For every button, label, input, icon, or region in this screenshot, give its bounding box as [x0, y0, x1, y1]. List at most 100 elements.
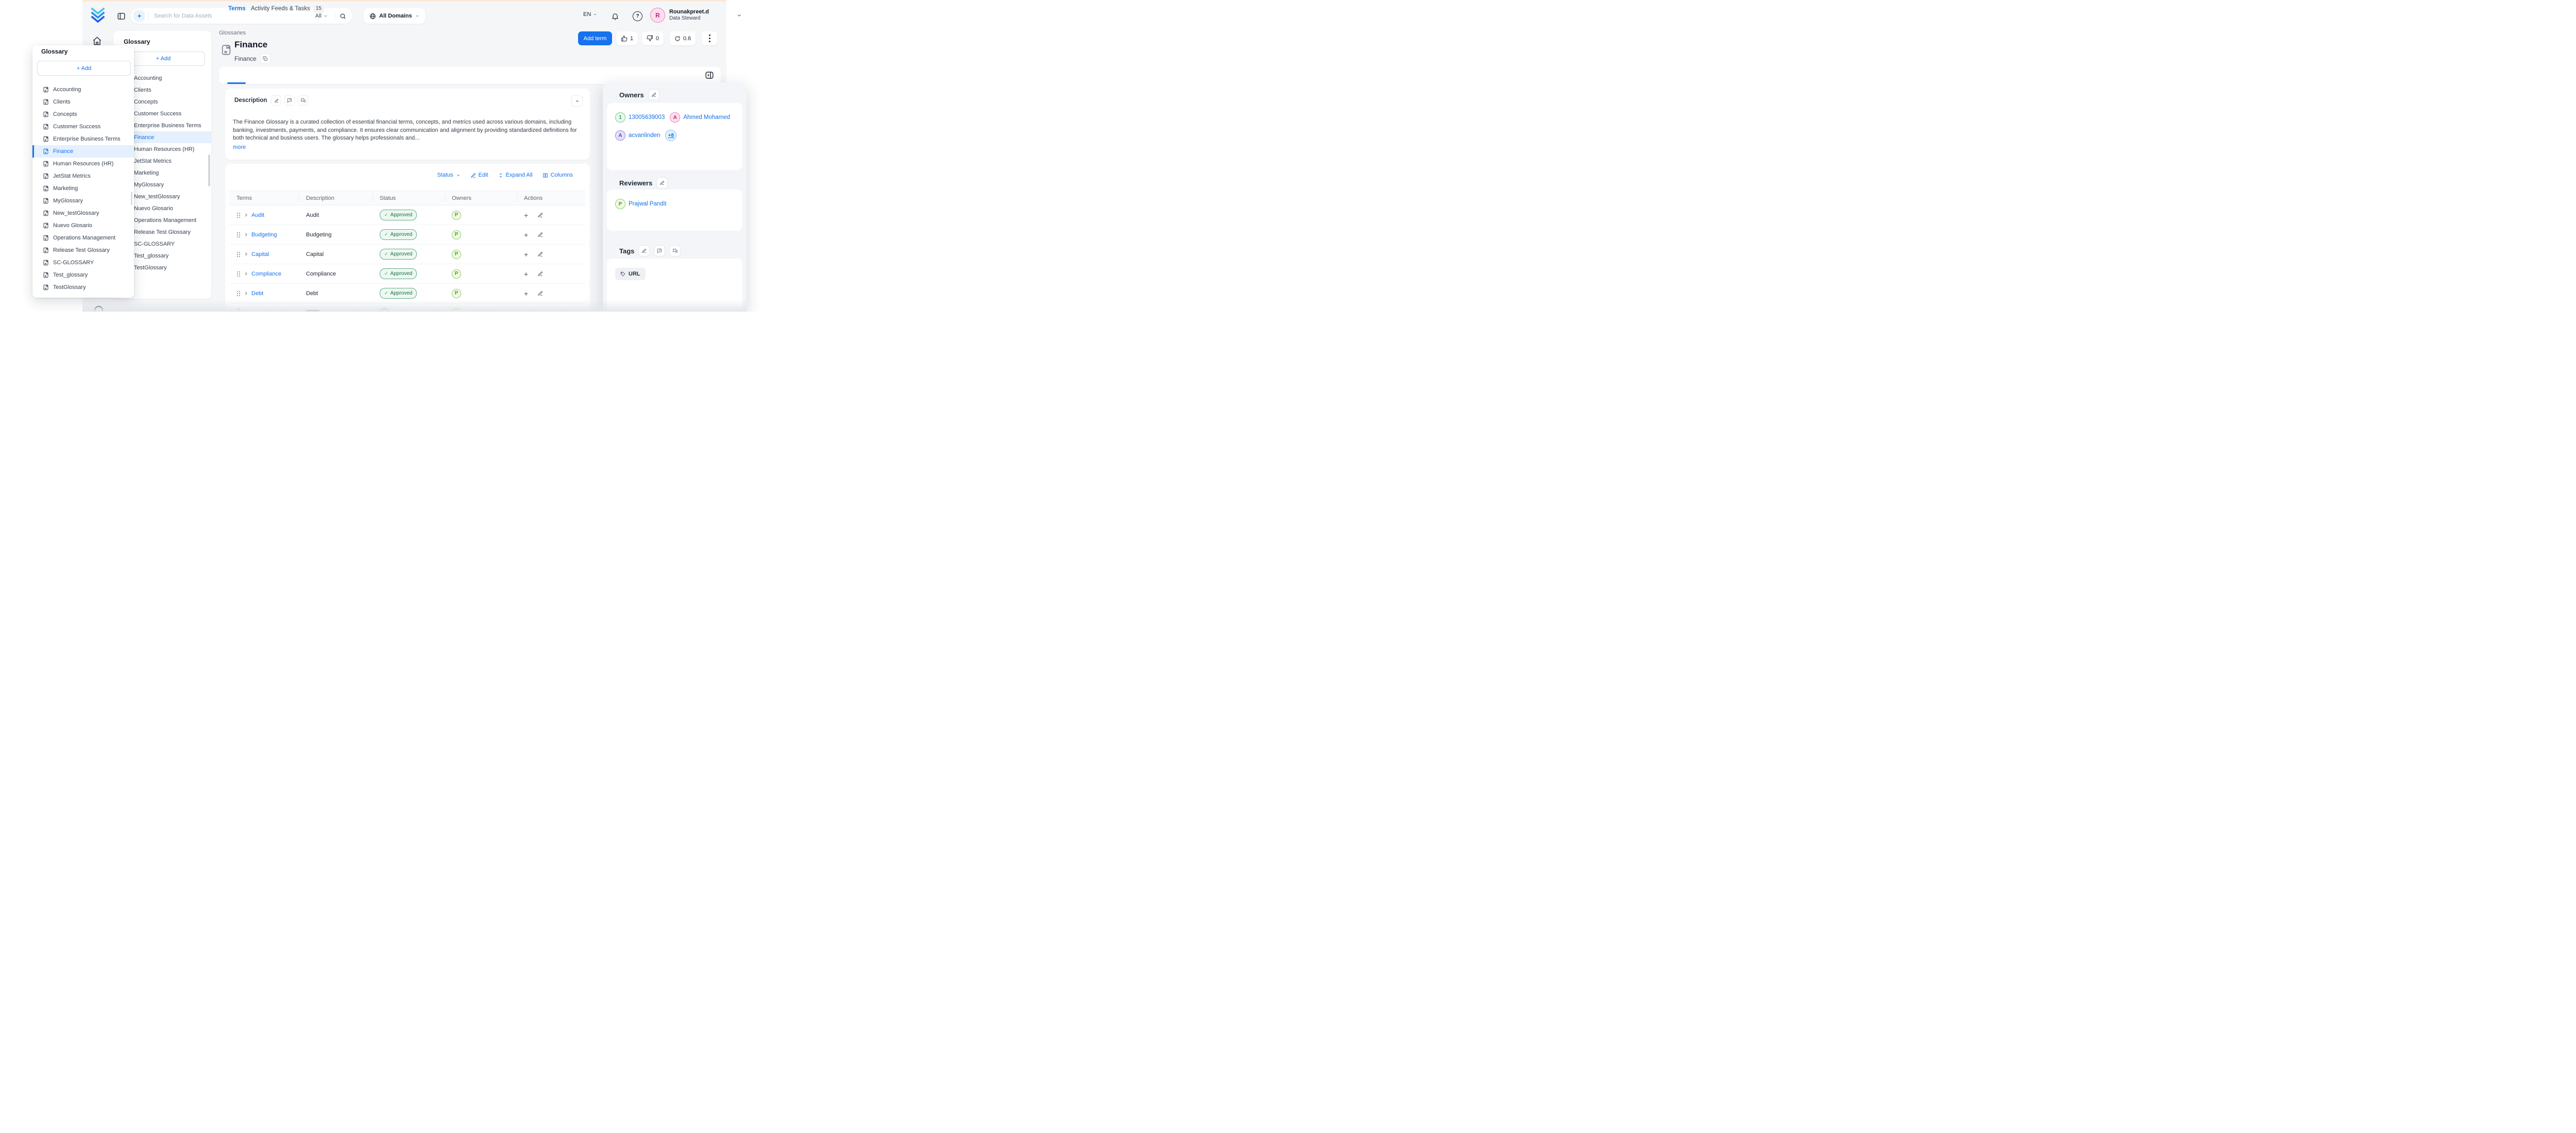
owner-avatar[interactable]: P [452, 269, 461, 279]
drag-handle-icon[interactable] [236, 251, 241, 258]
drag-handle-icon[interactable] [236, 290, 241, 297]
term-link[interactable]: Debt [251, 290, 263, 297]
expand-row-icon[interactable] [244, 232, 248, 237]
glossary-list-item[interactable]: Customer Success [32, 121, 134, 133]
popup-add-glossary-button[interactable]: + Add [37, 61, 131, 76]
edit-reviewers-icon[interactable] [656, 177, 668, 188]
edit-table-button[interactable]: Edit [470, 172, 488, 178]
ai-sparkle-icon[interactable] [133, 10, 145, 22]
person-entry[interactable]: P Prajwal Pandit [615, 199, 667, 209]
glossary-list-item[interactable]: Concepts [32, 108, 134, 121]
glossary-list-item[interactable]: Enterprise Business Terms [32, 133, 134, 145]
columns-button[interactable]: Columns [543, 172, 573, 178]
term-link[interactable]: Budgeting [251, 232, 277, 238]
sidebar-scrollbar[interactable] [208, 154, 210, 186]
term-link[interactable]: Compliance [251, 271, 281, 277]
table-column-header[interactable]: Status [372, 191, 445, 205]
popup-scrollbar[interactable] [131, 192, 132, 205]
person-name-link[interactable]: 13005639003 [629, 114, 665, 121]
edit-term-icon[interactable] [537, 290, 543, 296]
edit-term-icon[interactable] [537, 251, 543, 257]
breadcrumb[interactable]: Glossaries [219, 30, 246, 36]
table-column-header[interactable]: Terms [229, 191, 299, 205]
description-more-link[interactable]: more [233, 144, 246, 150]
person-entry[interactable]: 1 13005639003 [615, 112, 665, 123]
add-child-term-icon[interactable]: + [524, 250, 528, 259]
glossary-list-item[interactable]: Operations Management [32, 232, 134, 244]
tab-activity-feeds[interactable]: Activity Feeds & Tasks 15 [251, 0, 324, 17]
glossary-list-item[interactable]: Test_glossary [32, 269, 134, 281]
person-entry[interactable]: A acvanlinden [615, 130, 660, 141]
edit-term-icon[interactable] [537, 212, 543, 218]
term-link[interactable]: Audit [251, 212, 264, 218]
expand-row-icon[interactable] [244, 291, 248, 296]
add-child-term-icon[interactable]: + [524, 211, 528, 219]
edit-owners-icon[interactable] [648, 89, 659, 100]
collapse-description-button[interactable] [571, 95, 583, 107]
tag-comments-icon[interactable] [669, 245, 681, 256]
notifications-bell-icon[interactable] [611, 12, 619, 21]
person-name-link[interactable]: acvanlinden [629, 132, 660, 139]
glossary-list-item[interactable]: SC-GLOSSARY [32, 256, 134, 269]
edit-description-icon[interactable] [271, 95, 281, 106]
upvote-button[interactable]: 1 [616, 31, 638, 45]
status-filter[interactable]: Status [437, 172, 460, 178]
table-column-header[interactable]: Description [299, 191, 372, 205]
owner-avatar[interactable]: P [452, 230, 461, 239]
app-logo[interactable] [91, 7, 105, 24]
help-icon[interactable]: ? [633, 11, 642, 21]
glossary-list-item[interactable]: Nuevo Glosario [32, 219, 134, 232]
glossary-list-item[interactable]: Marketing [32, 182, 134, 195]
sidebar-add-glossary-button[interactable]: + Add [122, 52, 205, 66]
owner-avatar[interactable]: P [452, 250, 461, 259]
more-owners-chip[interactable]: +8 [665, 130, 676, 141]
version-button[interactable]: 0.6 [670, 31, 696, 45]
person-name-link[interactable]: Ahmed Mohamed [683, 114, 730, 121]
tag-chip[interactable]: URL [615, 268, 646, 280]
person-entry[interactable]: A Ahmed Mohamed [670, 112, 730, 123]
glossary-list-item[interactable]: Human Resources (HR) [32, 158, 134, 170]
owner-avatar[interactable]: P [452, 289, 461, 298]
language-select[interactable]: EN [583, 11, 597, 18]
table-column-header[interactable]: Owners [445, 191, 517, 205]
request-description-icon[interactable] [284, 95, 295, 106]
copy-icon[interactable] [260, 54, 270, 64]
right-panel-toggle-icon[interactable] [705, 71, 714, 80]
add-child-term-icon[interactable]: + [524, 289, 528, 298]
user-menu[interactable]: R Rounakpreet.d Data Steward [650, 8, 742, 23]
glossary-list-item[interactable]: TestGlossary [32, 281, 134, 294]
drag-handle-icon[interactable] [236, 232, 241, 238]
add-term-button[interactable]: Add term [578, 31, 612, 45]
glossary-list-item[interactable]: Finance [32, 145, 134, 158]
downvote-button[interactable]: 0 [642, 31, 664, 45]
more-options-button[interactable] [702, 31, 717, 45]
expand-row-icon[interactable] [244, 271, 248, 276]
all-domains-button[interactable]: All Domains [364, 8, 425, 24]
owner-avatar[interactable]: P [452, 211, 461, 220]
expand-all-button[interactable]: Expand All [498, 172, 533, 178]
edit-term-icon[interactable] [537, 271, 543, 277]
drag-handle-icon[interactable] [236, 212, 241, 218]
drag-handle-icon[interactable] [236, 271, 241, 277]
home-icon[interactable] [92, 36, 102, 46]
edit-term-icon[interactable] [537, 232, 543, 237]
term-link[interactable]: Capital [251, 251, 269, 258]
table-column-header[interactable]: Actions [517, 191, 586, 205]
sidebar-toggle-icon[interactable] [117, 12, 126, 21]
glossary-list-item[interactable]: Accounting [32, 83, 134, 96]
expand-row-icon[interactable] [244, 213, 248, 217]
request-tags-icon[interactable] [654, 245, 665, 256]
person-name-link[interactable]: Prajwal Pandit [629, 201, 667, 207]
search-icon[interactable] [340, 13, 346, 20]
add-child-term-icon[interactable]: + [524, 231, 528, 239]
comments-icon[interactable] [298, 95, 308, 106]
glossary-list-item[interactable]: Clients [32, 96, 134, 108]
add-child-term-icon[interactable]: + [524, 270, 528, 278]
tab-terms[interactable]: Terms [228, 0, 246, 17]
glossary-list-item[interactable]: JetStat Metrics [32, 170, 134, 182]
glossary-list-item[interactable]: Release Test Glossary [32, 244, 134, 256]
glossary-list-item[interactable]: MyGlossary [32, 195, 134, 207]
edit-tags-icon[interactable] [638, 245, 650, 256]
glossary-list-item[interactable]: New_testGlossary [32, 207, 134, 219]
rail-bottom-icon[interactable] [94, 306, 103, 312]
